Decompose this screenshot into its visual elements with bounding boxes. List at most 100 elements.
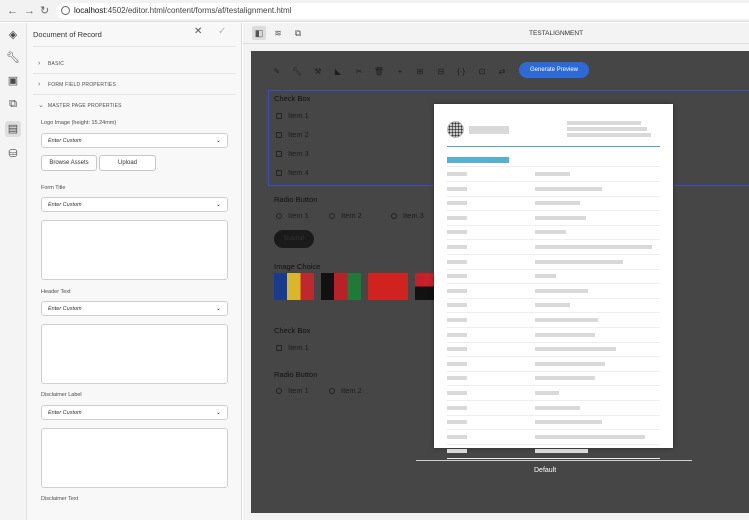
edit-icon[interactable]: ✎	[270, 65, 284, 79]
content-tree-icon[interactable]: ⧉	[5, 96, 21, 112]
radio-icon	[329, 388, 335, 394]
section-label: FORM FIELD PROPERTIES	[48, 82, 117, 88]
upload-button[interactable]: Upload	[99, 155, 156, 171]
editor-toolbar: ◧ ≋ ⧉ TESTALIGNMENT	[243, 23, 749, 44]
checkbox-group-label: Check Box	[274, 326, 311, 335]
browse-assets-button[interactable]: Browse Assets	[41, 155, 97, 171]
option-label: Item 4	[288, 168, 309, 177]
flag-image-angola[interactable]	[415, 273, 435, 300]
placeholder-label	[447, 288, 467, 293]
row-divider	[447, 312, 660, 314]
placeholder-value	[535, 332, 595, 337]
placeholder-value	[535, 347, 616, 352]
logo-image-select[interactable]: Enter Custom ⌄	[41, 133, 228, 148]
configure-icon[interactable]: 🔧︎	[290, 65, 304, 79]
chevron-down-icon: ⌄	[215, 410, 221, 416]
document-of-record-icon[interactable]: ▤	[5, 121, 21, 137]
table-icon[interactable]: ⊟	[434, 65, 448, 79]
replace-icon[interactable]: ⇄	[495, 65, 509, 79]
checkbox-option[interactable]: Item 4	[276, 168, 309, 177]
add-icon[interactable]: +	[393, 65, 407, 79]
radio-option[interactable]: Item 2	[329, 211, 362, 220]
emulator-icon[interactable]: ⧉	[291, 26, 305, 40]
placeholder-label	[447, 361, 467, 366]
insert-icon[interactable]: ⊞	[413, 65, 427, 79]
close-icon[interactable]: ✕	[194, 26, 202, 37]
header-text-select[interactable]: Enter Custom ⌄	[41, 301, 228, 316]
image-choice-label: Image Choice	[274, 262, 321, 271]
radio-option[interactable]: Item 1	[276, 386, 309, 395]
form-title-textarea[interactable]	[41, 220, 228, 280]
placeholder-label	[447, 376, 467, 381]
layers-icon[interactable]: ◈	[5, 27, 21, 43]
layout-icon[interactable]: ◣	[331, 65, 345, 79]
check-icon[interactable]: ✓	[218, 26, 226, 37]
reload-icon[interactable]: ↻	[40, 4, 49, 18]
row-divider	[447, 400, 660, 401]
placeholder-label	[447, 420, 467, 425]
placeholder-value	[535, 376, 595, 381]
form-title-select[interactable]: Enter Custom ⌄	[41, 197, 228, 212]
section-basic[interactable]: › BASIC	[38, 60, 64, 67]
radio-option[interactable]: Item 1	[276, 211, 309, 220]
style-icon[interactable]: ⚒	[311, 65, 325, 79]
expression-icon[interactable]: {·}	[454, 65, 468, 79]
placeholder-value	[535, 391, 559, 395]
rules-icon[interactable]: ⊡	[475, 65, 489, 79]
placeholder-label	[447, 332, 467, 337]
placeholder-line	[469, 126, 509, 134]
disclaimer-label-textarea[interactable]	[41, 428, 228, 488]
checkbox-option[interactable]: Item 3	[276, 149, 309, 158]
properties-panel: Document of Record ✕ ✓ › BASIC › FORM FIEL…	[27, 23, 242, 520]
placeholder-label	[447, 201, 467, 206]
radio-option[interactable]: Item 2	[329, 386, 362, 395]
back-icon[interactable]: ←	[7, 4, 18, 18]
disclaimer-label-select[interactable]: Enter Custom ⌄	[41, 405, 228, 420]
site-info-icon[interactable]	[61, 6, 70, 15]
toggle-side-panel-icon[interactable]: ◧	[252, 26, 266, 40]
form-title-label: Form Title	[41, 185, 66, 191]
submit-button[interactable]: Submit	[274, 230, 314, 248]
cut-icon[interactable]: ✂	[352, 65, 366, 79]
placeholder-value	[535, 259, 623, 264]
placeholder-value	[535, 186, 602, 191]
panel-title: Document of Record	[33, 30, 102, 39]
placeholder-label	[447, 172, 467, 176]
delete-icon[interactable]: 🗑︎	[372, 65, 386, 79]
placeholder-label	[447, 347, 467, 352]
flag-image-albania[interactable]	[368, 273, 408, 300]
placeholder-line	[567, 133, 651, 137]
placeholder-value	[535, 420, 602, 425]
placeholder-label	[447, 449, 467, 454]
data-model-icon[interactable]: ⛁	[5, 146, 21, 162]
row-divider	[447, 181, 660, 182]
checkbox-option[interactable]: Item 2	[276, 130, 309, 139]
generate-preview-button[interactable]: Generate Preview	[519, 62, 589, 78]
flag-image-andorra[interactable]	[274, 273, 314, 300]
checkbox-option[interactable]: Item 1	[276, 343, 309, 352]
forward-icon[interactable]: →	[24, 4, 35, 18]
section-master-page-properties[interactable]: ⌄ MASTER PAGE PROPERTIES	[38, 101, 122, 109]
disclaimer-label-label: Disclaimer Label	[41, 392, 82, 398]
option-label: Item 2	[341, 386, 362, 395]
radio-option[interactable]: Item 3	[391, 211, 424, 220]
canvas-area: ✎ 🔧︎ ⚒ ◣ ✂ 🗑︎ + ⊞ ⊟ {·} ⊡ ⇄ ⋮ Generate P…	[243, 44, 749, 520]
document-of-record-preview	[434, 104, 673, 460]
option-label: Item 1	[288, 111, 309, 120]
radio-icon	[276, 213, 282, 219]
address-bar[interactable]: localhost:4502/editor.html/content/forms…	[56, 3, 749, 19]
checkbox-icon	[276, 151, 282, 157]
assets-icon[interactable]: ▣	[5, 73, 21, 89]
flag-image-afghanistan[interactable]	[321, 273, 361, 300]
section-form-field-properties[interactable]: › FORM FIELD PROPERTIES	[38, 81, 116, 88]
section-label: BASIC	[48, 61, 65, 67]
row-divider	[447, 210, 660, 212]
radio-icon	[276, 388, 282, 394]
placeholder-label	[447, 318, 467, 322]
checkbox-option[interactable]: Item 1	[276, 111, 309, 120]
properties-icon[interactable]: ≋	[271, 26, 285, 40]
wrench-icon[interactable]: 🔧︎	[5, 50, 21, 66]
row-divider	[447, 239, 660, 241]
row-divider	[447, 297, 660, 299]
header-text-textarea[interactable]	[41, 324, 228, 384]
